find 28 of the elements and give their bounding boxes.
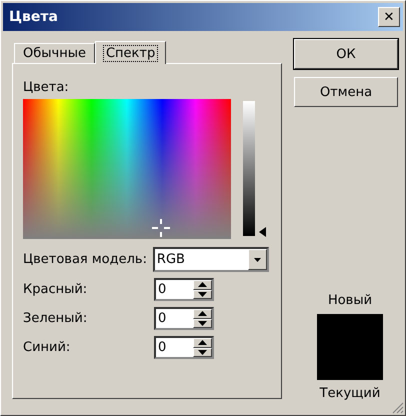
dropdown-arrow-icon: [254, 258, 261, 262]
new-color-label: Новый: [328, 293, 372, 308]
up-arrow-icon[interactable]: [198, 340, 207, 346]
luminance-bar[interactable]: [243, 101, 255, 236]
close-button[interactable]: ✕: [378, 7, 400, 27]
dialog-button[interactable]: ОК: [294, 39, 398, 69]
dialog-button[interactable]: Отмена: [294, 77, 398, 107]
luminance-pointer-icon[interactable]: [259, 227, 266, 237]
down-arrow-icon[interactable]: [198, 292, 207, 297]
colors-label: Цвета:: [23, 80, 70, 95]
down-arrow-icon[interactable]: [198, 320, 207, 326]
color-model-label: Цветовая модель:: [23, 252, 148, 267]
up-arrow-icon[interactable]: [198, 311, 207, 316]
channel-label: Синий:: [23, 340, 72, 355]
spin-field[interactable]: 0: [154, 307, 214, 330]
channel-label: Красный:: [23, 282, 88, 297]
tab[interactable]: Спектр: [94, 41, 166, 64]
channel-label: Зеленый:: [23, 311, 88, 326]
spin-field[interactable]: 0: [154, 278, 214, 301]
tab[interactable]: Обычные: [14, 43, 95, 63]
up-arrow-icon[interactable]: [198, 282, 207, 288]
color-swatch: [317, 314, 383, 380]
current-color-label: Текущий: [320, 386, 380, 401]
resize-grip-icon[interactable]: [392, 402, 404, 414]
down-arrow-icon[interactable]: [198, 350, 207, 355]
color-model-dropdown[interactable]: RGB: [152, 247, 269, 272]
spin-field[interactable]: 0: [154, 336, 214, 359]
window-title: Цвета: [9, 9, 58, 25]
